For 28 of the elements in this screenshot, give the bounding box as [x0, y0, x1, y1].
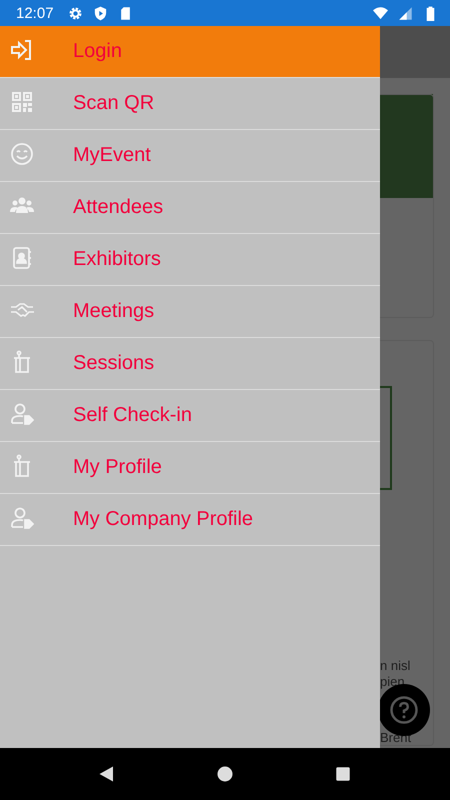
menu-item[interactable]: My Profile: [0, 442, 380, 494]
contact-book-icon: [10, 246, 34, 270]
help-icon: [389, 695, 419, 725]
person-tag-icon: [10, 402, 34, 426]
menu-item[interactable]: Self Check-in: [0, 390, 380, 442]
menu-item[interactable]: Meetings: [0, 286, 380, 338]
wifi-icon: [373, 6, 388, 20]
login-icon: [10, 38, 34, 62]
body-text: n nisl: [380, 658, 410, 674]
shield-icon: [92, 6, 108, 20]
menu-item[interactable]: Attendees: [0, 182, 380, 234]
app-bar: [380, 26, 450, 78]
menu-item[interactable]: MyEvent: [0, 130, 380, 182]
home-icon[interactable]: [216, 765, 234, 783]
menu-item[interactable]: Exhibitors: [0, 234, 380, 286]
gear-icon: [68, 6, 83, 20]
menu-item[interactable]: My Company Profile: [0, 494, 380, 546]
signal-icon: [398, 6, 413, 20]
qr-code-icon: [10, 90, 34, 114]
menu-item[interactable]: Login: [0, 26, 380, 78]
menu-item[interactable]: Sessions: [0, 338, 380, 390]
clock: 12:07: [16, 4, 54, 22]
back-icon[interactable]: [98, 765, 116, 783]
person-tag-icon: [10, 506, 34, 530]
menu-item[interactable]: Scan QR: [0, 78, 380, 130]
smiley-icon: [10, 142, 34, 166]
body-text: Brent: [380, 730, 412, 746]
recents-icon[interactable]: [334, 765, 352, 783]
